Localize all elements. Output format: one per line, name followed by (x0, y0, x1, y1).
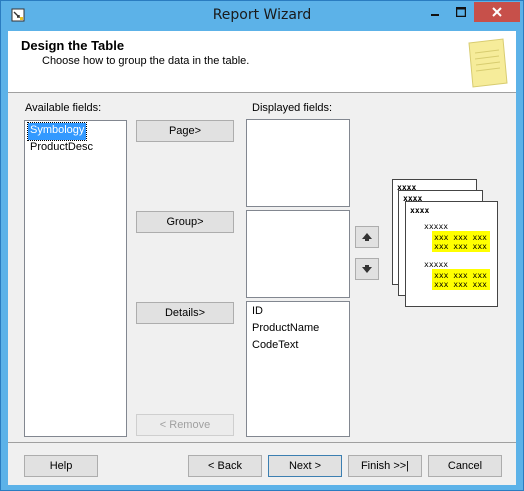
remove-button[interactable]: < Remove (136, 414, 234, 436)
list-item[interactable]: CodeText (250, 338, 346, 355)
list-item[interactable]: ID (250, 304, 346, 321)
close-button[interactable] (474, 2, 520, 22)
available-fields-label: Available fields: (25, 102, 102, 114)
table-layout-preview: xxxx xxxx xxxx xxxxx xxx xxx xxx xxx xxx… (392, 179, 498, 307)
back-button[interactable]: < Back (188, 455, 262, 477)
maximize-button[interactable] (448, 2, 474, 22)
cancel-button[interactable]: Cancel (428, 455, 502, 477)
details-button[interactable]: Details> (136, 302, 234, 324)
group-button[interactable]: Group> (136, 211, 234, 233)
maximize-icon (456, 7, 466, 17)
move-down-button[interactable] (355, 258, 379, 280)
arrow-down-icon (362, 265, 372, 273)
move-up-button[interactable] (355, 226, 379, 248)
list-item[interactable]: ProductDesc (28, 140, 123, 157)
title-bar[interactable]: Report Wizard (1, 1, 523, 31)
page-fields-list[interactable] (246, 119, 350, 207)
preview-row-text: xxx xxx xxx (434, 280, 487, 289)
preview-row-text: xxx xxx xxx (434, 242, 487, 251)
next-button[interactable]: Next > (268, 455, 342, 477)
footer-divider (8, 442, 516, 443)
page-button[interactable]: Page> (136, 120, 234, 142)
available-fields-list[interactable]: Symbology ProductDesc (24, 120, 127, 437)
finish-button[interactable]: Finish >>| (348, 455, 422, 477)
preview-header-text: xxxx (410, 206, 429, 215)
minimize-button[interactable] (422, 2, 448, 22)
preview-row-text: xxx xxx xxx (434, 271, 487, 280)
note-icon (468, 38, 508, 88)
details-fields-list[interactable]: ID ProductName CodeText (246, 301, 350, 437)
wizard-body: Design the Table Choose how to group the… (8, 31, 516, 485)
report-wizard-window: Report Wizard Design the Table Choose ho… (0, 0, 524, 491)
wizard-header: Design the Table Choose how to group the… (8, 31, 516, 93)
page-subtitle: Choose how to group the data in the tabl… (42, 55, 250, 67)
page-title: Design the Table (21, 38, 125, 53)
list-item[interactable]: Symbology (26, 122, 88, 141)
minimize-icon (431, 14, 439, 16)
arrow-up-icon (362, 233, 372, 241)
help-button[interactable]: Help (24, 455, 98, 477)
preview-group-text: xxxxx (424, 260, 448, 269)
close-icon (492, 7, 502, 17)
preview-group-text: xxxxx (424, 222, 448, 231)
list-item[interactable]: ProductName (250, 321, 346, 338)
preview-row-text: xxx xxx xxx (434, 233, 487, 242)
group-fields-list[interactable] (246, 210, 350, 298)
displayed-fields-label: Displayed fields: (252, 102, 333, 114)
